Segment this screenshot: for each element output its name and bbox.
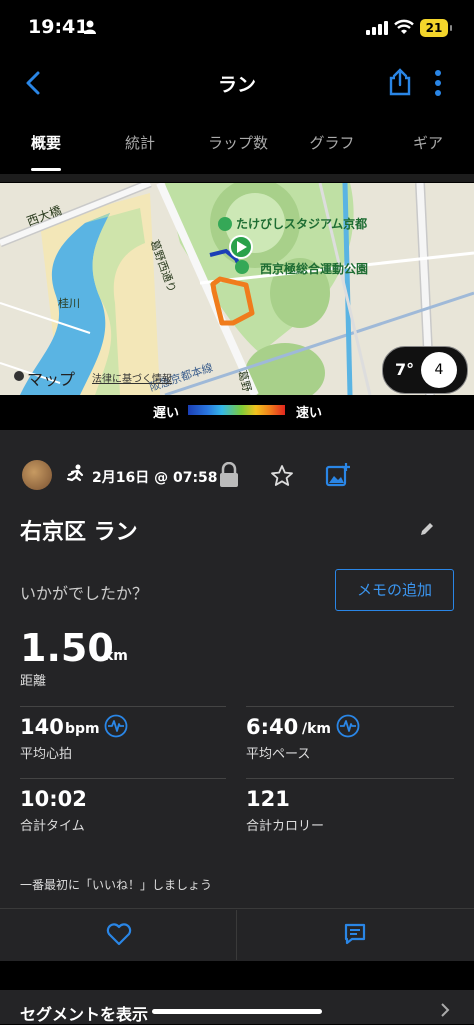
distance-label: 距離	[20, 674, 47, 689]
segments-label: セグメントを表示	[20, 1005, 149, 1024]
distance-unit: km	[104, 648, 128, 664]
tab-laps[interactable]: ラップ数	[196, 132, 280, 153]
tab-overview[interactable]: 概要	[16, 132, 76, 153]
battery-indicator: 21	[420, 19, 452, 37]
calories-label: 合計カロリー	[246, 819, 325, 834]
distance-value: 1.50	[20, 626, 114, 670]
avg-hr-unit: bpm	[65, 721, 100, 737]
divider	[20, 706, 226, 707]
status-time: 19:41	[28, 16, 89, 38]
star-icon[interactable]	[270, 464, 294, 488]
apple-maps-logo: マップ	[27, 370, 76, 389]
calories-value: 121	[246, 787, 290, 811]
tab-gear[interactable]: ギア	[400, 132, 456, 153]
activity-date: 2月16日 @ 07:58	[92, 470, 218, 486]
pace-chart-icon[interactable]	[336, 714, 360, 738]
wifi-icon	[394, 19, 414, 34]
avg-pace-unit: /km	[302, 721, 332, 737]
comment-icon[interactable]	[343, 922, 367, 946]
add-memo-button[interactable]: メモの追加	[335, 569, 454, 611]
add-photo-icon[interactable]	[325, 462, 351, 488]
legend-fast-label: 速い	[296, 406, 323, 421]
signal-icon	[366, 21, 388, 35]
avg-hr-label: 平均心拍	[20, 747, 73, 762]
total-time-value: 10:02	[20, 787, 87, 811]
pace-gradient	[188, 405, 285, 415]
wind-speed-icon: 4	[421, 352, 457, 388]
avg-hr-value: 140	[20, 715, 64, 739]
tab-stats[interactable]: 統計	[110, 132, 170, 153]
map-label: 桂川	[58, 297, 80, 310]
action-bar	[0, 908, 474, 961]
legend-slow-label: 遅い	[153, 406, 180, 421]
map-label: 西京極総合運動公園	[260, 262, 369, 276]
divider	[236, 910, 237, 960]
share-icon[interactable]	[388, 68, 412, 96]
divider	[0, 174, 474, 182]
edit-pencil-icon[interactable]	[418, 520, 436, 538]
map-label: たけびしスタジアム京都	[236, 217, 368, 231]
divider	[20, 778, 226, 779]
tab-graph[interactable]: グラフ	[300, 132, 364, 153]
temperature: 7°	[395, 360, 415, 379]
legal-link[interactable]: 法律に基づく情報	[92, 370, 172, 385]
divider	[246, 706, 454, 707]
heart-rate-chart-icon[interactable]	[104, 714, 128, 738]
avatar[interactable]	[22, 460, 52, 490]
home-indicator	[152, 1009, 322, 1014]
person-icon	[84, 20, 96, 34]
divider	[246, 778, 454, 779]
active-tab-indicator	[31, 168, 61, 171]
chevron-right-icon	[441, 1003, 450, 1017]
running-icon	[66, 464, 84, 482]
total-time-label: 合計タイム	[20, 819, 85, 834]
more-vertical-icon[interactable]	[434, 70, 442, 96]
like-prompt: 一番最初に「いいね！」しましょう	[20, 878, 213, 892]
like-heart-icon[interactable]	[106, 922, 132, 946]
activity-name: 右京区 ラン	[20, 520, 138, 545]
avg-pace-label: 平均ペース	[246, 747, 311, 762]
lock-icon[interactable]	[218, 462, 240, 488]
feeling-prompt: いかがでしたか？	[20, 584, 149, 603]
avg-pace-value: 6:40	[246, 715, 299, 739]
